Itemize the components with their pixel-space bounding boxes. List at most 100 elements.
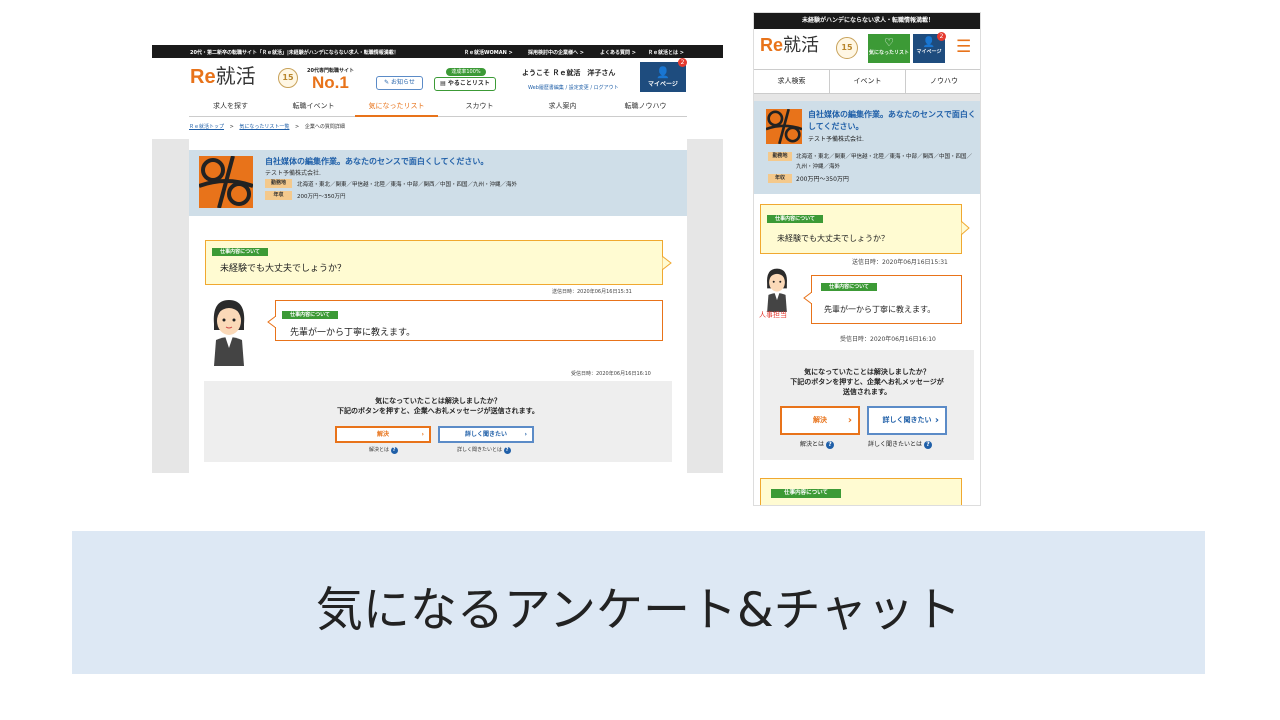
mobile-job-card[interactable]: 自社媒体の編集作業。あなたのセンスで面白くしてください。 テスト予備株式会社. … xyxy=(754,101,980,194)
location-value: 北海道・東北／関東／甲信越・北陸／東海・中部／関西／中国・四国／九州・沖縄／海外 xyxy=(297,182,518,188)
mobile-location-tag: 勤務地 xyxy=(768,152,792,161)
mobile-resolve-line-1: 気になっていたことは解決しましたか？ xyxy=(804,368,930,376)
salary-value: 200万円～350万円 xyxy=(297,194,346,200)
mobile-company-name: テスト予備株式会社. xyxy=(808,136,864,143)
mobile-anniversary-badge: 15 xyxy=(836,37,858,59)
nav-events[interactable]: 転職イベント xyxy=(272,98,355,117)
nav-search-jobs[interactable]: 求人を探す xyxy=(189,98,272,117)
mobile-question-bubble: 仕事内容について 未経験でも大丈夫でしょうか？ xyxy=(760,204,962,254)
mobile-tabs: 求人検索 イベント ノウハウ xyxy=(754,69,980,94)
mobile-answer-tail xyxy=(803,292,812,304)
top-link-about[interactable]: Ｒｅ就活とは > xyxy=(648,49,684,56)
mobile-ask-help-link[interactable]: 詳しく聞きたいとは ? xyxy=(868,439,932,449)
mobile-header: Re就活 15 ♡ 気になったリスト 👤 マイページ 2 ☰ xyxy=(754,29,980,69)
settings-link[interactable]: 設定変更 xyxy=(569,85,589,91)
hamburger-menu-icon[interactable]: ☰ xyxy=(956,39,971,56)
resolve-panel: 気になっていたことは解決しましたか？ 下記のボタンを押すと、企業へお礼メッセージ… xyxy=(204,381,672,462)
answer-bubble: 仕事内容について 先輩が一から丁寧に教えます。 xyxy=(275,300,663,341)
nav-knowhow[interactable]: 転職ノウハウ xyxy=(604,98,687,117)
mobile-answer-text: 先輩が一から丁寧に教えます。 xyxy=(824,305,936,314)
todo-progress-badge: 達成率100% xyxy=(446,68,486,76)
question-mark-icon: ? xyxy=(825,441,834,449)
desktop-top-bar: 20代・第二新卒の転職サイト「Ｒｅ就活」|未経験がハンデにならない求人・転職情報… xyxy=(152,45,723,58)
top-link-woman[interactable]: Ｒｅ就活WOMAN > xyxy=(464,49,513,56)
site-logo[interactable]: Re就活 xyxy=(190,67,256,87)
ask-more-button[interactable]: 詳しく聞きたい › xyxy=(438,426,534,443)
crumb-top[interactable]: Ｒｅ就活トップ xyxy=(189,124,224,130)
mobile-next-question-tag: 仕事内容について xyxy=(771,489,841,498)
mobile-mypage-count: 2 xyxy=(937,32,946,41)
notice-button[interactable]: ✎ お知らせ xyxy=(376,76,423,90)
mobile-resolve-line-3: 送信されます。 xyxy=(842,388,892,396)
top-link-faq[interactable]: よくある質問 > xyxy=(600,49,636,56)
caption-title: 気になるアンケート&チャット xyxy=(315,583,962,638)
solve-help-link[interactable]: 解決とは ? xyxy=(369,446,398,454)
question-bubble-tail xyxy=(662,256,672,270)
mobile-screenshot: 未経験がハンデにならない求人・転職情報満載！ Re就活 15 ♡ 気になったリス… xyxy=(753,12,981,506)
job-card[interactable]: 自社媒体の編集作業。あなたのセンスで面白くしてください。 テスト予備株式会社. … xyxy=(189,150,687,216)
chevron-right-icon: › xyxy=(847,415,852,426)
question-mark-icon: ? xyxy=(390,447,398,454)
chevron-right-icon: › xyxy=(524,431,527,438)
mobile-solve-help-link[interactable]: 解決とは ? xyxy=(800,439,834,449)
pen-icon: ✎ xyxy=(384,79,390,86)
mobile-job-thumbnail xyxy=(766,109,802,144)
mobile-salary-tag: 年収 xyxy=(768,174,792,183)
solve-button[interactable]: 解決 › xyxy=(335,426,431,443)
mobile-location-value: 北海道・東北／関東／甲信越・北陸／東海・中部／関西／中国・四国／九州・沖縄／海外 xyxy=(796,154,973,170)
mobile-question-tail xyxy=(961,221,970,235)
desktop-nav: 求人を探す 転職イベント 気になったリスト スカウト 求人案内 転職ノウハウ xyxy=(189,98,687,117)
chevron-right-icon: › xyxy=(421,431,424,438)
question-text: 未経験でも大丈夫でしょうか？ xyxy=(220,264,347,274)
hr-avatar xyxy=(213,300,245,366)
chevron-right-icon: › xyxy=(934,415,939,426)
welcome-text: ようこそ Ｒｅ就活 洋子さん xyxy=(522,69,616,77)
mobile-resolve-line-2: 下記のボタンを押すと、企業へお礼メッセージが xyxy=(790,378,944,386)
mobile-resolve-panel: 気になっていたことは解決しましたか？ 下記のボタンを押すと、企業へお礼メッセージ… xyxy=(760,350,974,460)
answer-timestamp: 受信日時：2020年06月16日16:10 xyxy=(571,371,651,377)
mypage-button[interactable]: 👤 マイページ xyxy=(640,62,686,92)
mobile-top-bar: 未経験がハンデにならない求人・転職情報満載！ xyxy=(754,13,980,29)
mobile-question-tag: 仕事内容について xyxy=(767,215,823,223)
todo-list-button[interactable]: ▤ やることリスト xyxy=(434,77,496,91)
mypage-count-badge: 2 xyxy=(678,58,687,67)
clipboard-icon: ▤ xyxy=(440,80,446,87)
location-tag: 勤務地 xyxy=(265,179,292,188)
mobile-ask-more-button[interactable]: 詳しく聞きたい › xyxy=(867,406,947,435)
ask-help-link[interactable]: 詳しく聞きたいとは ? xyxy=(457,446,511,454)
job-title[interactable]: 自社媒体の編集作業。あなたのセンスで面白くしてください。 xyxy=(265,156,488,167)
mobile-answer-timestamp: 受信日時：2020年06月16日16:10 xyxy=(840,336,936,343)
crumb-favorites[interactable]: 気になったリスト一覧 xyxy=(239,124,289,130)
breadcrumb: Ｒｅ就活トップ > 気になったリスト一覧 > 企業への質問詳細 xyxy=(189,124,345,130)
answer-text: 先輩が一から丁寧に教えます。 xyxy=(290,328,416,338)
desktop-screenshot: 20代・第二新卒の転職サイト「Ｒｅ就活」|未経験がハンデにならない求人・転職情報… xyxy=(152,45,723,473)
mobile-favorites-button[interactable]: ♡ 気になったリスト xyxy=(868,34,910,63)
top-link-company[interactable]: 採用検討中の企業様へ > xyxy=(528,49,584,56)
nav-scout[interactable]: スカウト xyxy=(438,98,521,117)
mobile-question-text: 未経験でも大丈夫でしょうか？ xyxy=(777,234,889,243)
logout-link[interactable]: ログアウト xyxy=(594,85,619,91)
mobile-answer-bubble: 仕事内容について 先輩が一から丁寧に教えます。 xyxy=(811,275,962,324)
tab-events[interactable]: イベント xyxy=(830,70,906,93)
crumb-current: 企業への質問詳細 xyxy=(304,124,345,130)
question-category-tag: 仕事内容について xyxy=(212,248,268,256)
nav-favorites[interactable]: 気になったリスト xyxy=(355,98,438,117)
mobile-question-timestamp: 送信日時：2020年06月16日15:31 xyxy=(852,259,948,266)
heart-icon: ♡ xyxy=(884,36,894,49)
company-name: テスト予備株式会社. xyxy=(265,170,321,177)
mobile-site-logo[interactable]: Re就活 xyxy=(760,36,819,54)
answer-category-tag: 仕事内容について xyxy=(282,311,338,319)
web-resume-link[interactable]: Web履歴書編集 xyxy=(528,85,564,91)
resolve-line-2: 下記のボタンを押すと、企業へお礼メッセージが送信されます。 xyxy=(337,407,539,415)
question-mark-icon: ? xyxy=(923,441,932,449)
tab-job-search[interactable]: 求人検索 xyxy=(754,70,830,93)
question-timestamp: 送信日時：2020年06月16日15:31 xyxy=(552,289,632,295)
question-mark-icon: ? xyxy=(503,447,511,454)
nav-job-info[interactable]: 求人案内 xyxy=(521,98,604,117)
mobile-solve-button[interactable]: 解決 › xyxy=(780,406,860,435)
mobile-job-title[interactable]: 自社媒体の編集作業。あなたのセンスで面白くしてください。 xyxy=(808,109,976,133)
mobile-hr-avatar xyxy=(767,268,787,312)
no1-text: No.1 xyxy=(312,73,349,92)
caption-banner: 気になるアンケート&チャット xyxy=(72,531,1205,674)
tab-knowhow[interactable]: ノウハウ xyxy=(906,70,980,93)
